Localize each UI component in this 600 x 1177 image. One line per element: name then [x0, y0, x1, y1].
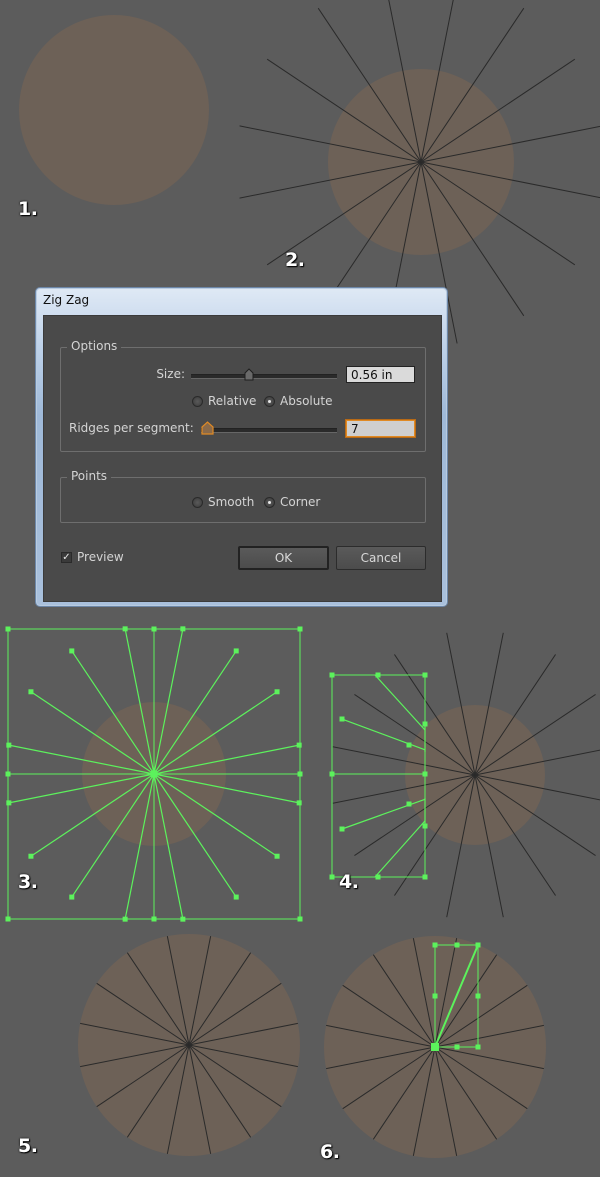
- selected-radial-line-0: [341, 718, 426, 751]
- anchor-point: [475, 993, 481, 999]
- anchor-point: [339, 716, 345, 722]
- anchor-point: [329, 771, 335, 777]
- anchor-point: [454, 942, 460, 948]
- anchor-point: [475, 1044, 481, 1050]
- selected-radial-line-3: [374, 820, 426, 878]
- step-label-6: 6.: [320, 1141, 340, 1163]
- anchor-point: [274, 853, 280, 859]
- anchor-point: [274, 689, 280, 695]
- anchor-point: [122, 916, 128, 922]
- smooth-label: Smooth: [208, 495, 255, 509]
- anchor-point: [5, 771, 11, 777]
- smooth-radio[interactable]: [192, 497, 203, 508]
- anchor-point: [297, 916, 303, 922]
- ridges-label: Ridges per segment:: [69, 421, 194, 435]
- anchor-point: [329, 874, 335, 880]
- step-label-1: 1.: [18, 198, 38, 220]
- anchor-point: [422, 672, 428, 678]
- anchor-point: [329, 672, 335, 678]
- dialog-body: Options Size: Relative Absolute Ridges p…: [43, 315, 442, 602]
- absolute-radio[interactable]: [264, 396, 275, 407]
- anchor-point: [422, 721, 428, 727]
- size-input[interactable]: [346, 366, 415, 383]
- step-label-5: 5.: [18, 1135, 38, 1157]
- size-label: Size:: [156, 367, 185, 381]
- anchor-point: [422, 874, 428, 880]
- anchor-point: [432, 942, 438, 948]
- dialog-title: Zig Zag: [43, 293, 90, 307]
- anchor-point: [406, 801, 412, 807]
- selected-radial-line-1: [341, 798, 426, 830]
- ridges-slider[interactable]: [201, 428, 337, 433]
- anchor-point: [69, 648, 75, 654]
- anchor-point: [6, 800, 12, 806]
- anchor-point: [151, 916, 157, 922]
- anchor-point: [28, 689, 34, 695]
- center-point: [431, 1043, 439, 1051]
- points-group: Points Smooth Corner: [60, 469, 426, 523]
- anchor-point: [122, 626, 128, 632]
- anchor-point: [180, 916, 186, 922]
- anchor-point: [422, 771, 428, 777]
- anchor-point: [296, 742, 302, 748]
- options-group-title: Options: [67, 339, 122, 353]
- anchor-point: [297, 771, 303, 777]
- anchor-point: [28, 853, 34, 859]
- anchor-point: [375, 672, 381, 678]
- circle-shape: [19, 15, 209, 205]
- step-label-3: 3.: [18, 871, 38, 893]
- cancel-button[interactable]: Cancel: [336, 546, 426, 570]
- selected-radial-line-2: [374, 674, 426, 731]
- center-point: [150, 770, 158, 778]
- size-slider-thumb[interactable]: [244, 368, 254, 381]
- preview-checkbox[interactable]: ✓: [61, 552, 72, 563]
- anchor-point: [5, 626, 11, 632]
- step-label-2: 2.: [285, 249, 305, 271]
- size-slider[interactable]: [191, 374, 337, 379]
- anchor-point: [375, 874, 381, 880]
- anchor-point: [151, 626, 157, 632]
- anchor-point: [339, 826, 345, 832]
- anchor-point: [454, 1044, 460, 1050]
- anchor-point: [5, 916, 11, 922]
- ridges-slider-thumb[interactable]: [201, 421, 214, 435]
- anchor-point: [69, 894, 75, 900]
- ok-button[interactable]: OK: [238, 546, 329, 570]
- anchor-point: [233, 894, 239, 900]
- corner-label: Corner: [280, 495, 321, 509]
- anchor-point: [297, 626, 303, 632]
- corner-radio[interactable]: [264, 497, 275, 508]
- anchor-point: [180, 626, 186, 632]
- options-group: Options Size: Relative Absolute Ridges p…: [60, 339, 426, 452]
- anchor-point: [233, 648, 239, 654]
- anchor-point: [475, 942, 481, 948]
- anchor-point: [6, 742, 12, 748]
- anchor-point: [296, 800, 302, 806]
- points-group-title: Points: [67, 469, 112, 483]
- step-label-4: 4.: [339, 871, 359, 893]
- absolute-label: Absolute: [280, 394, 333, 408]
- anchor-point: [432, 993, 438, 999]
- relative-label: Relative: [208, 394, 257, 408]
- relative-radio[interactable]: [192, 396, 203, 407]
- anchor-point: [406, 742, 412, 748]
- anchor-point: [422, 823, 428, 829]
- preview-label: Preview: [77, 550, 124, 564]
- ridges-input[interactable]: [346, 420, 415, 437]
- zigzag-dialog: Zig Zag Options Size: Relative Absolute …: [35, 287, 448, 607]
